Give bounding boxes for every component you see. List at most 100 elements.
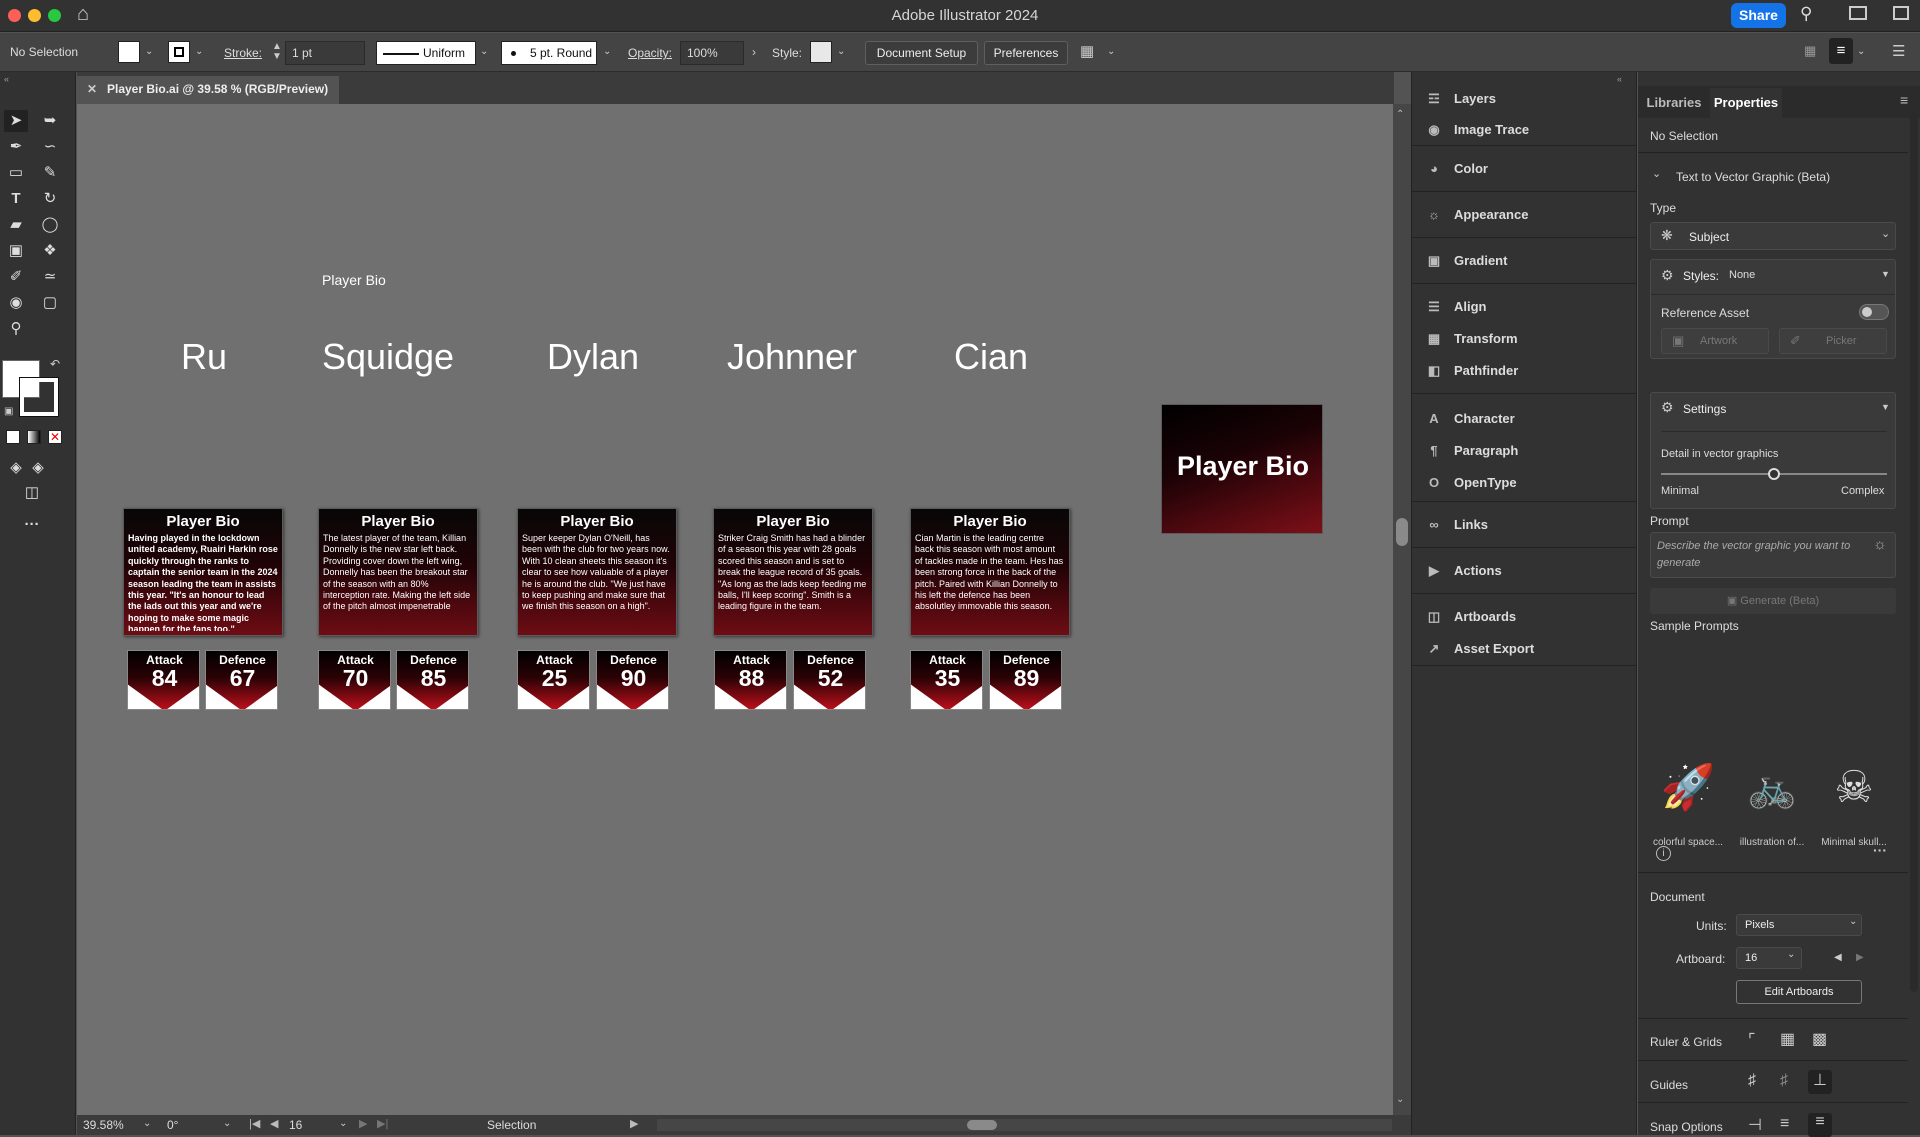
none-mode-icon[interactable]: ✕ (48, 430, 62, 444)
scroll-down-icon[interactable]: ⌄ (1396, 1094, 1404, 1105)
default-colors-icon[interactable]: ▣ (4, 406, 13, 417)
zoom-tool-icon[interactable]: ⚲ (4, 318, 28, 340)
artboard-dropdown[interactable]: 16 ⌄ (1736, 947, 1802, 969)
defence-stat[interactable]: Defence 52 (793, 650, 866, 710)
curvature-tool-icon[interactable]: ∽ (38, 136, 62, 158)
appearance-panel-button[interactable]: ☼ Appearance (1424, 202, 1528, 228)
artboard-number[interactable]: 16 (289, 1118, 302, 1132)
defence-stat[interactable]: Defence 85 (396, 650, 469, 710)
scroll-thumb[interactable] (1396, 518, 1408, 546)
attack-stat[interactable]: Attack 88 (714, 650, 787, 710)
horizontal-scrollbar[interactable] (657, 1119, 1392, 1131)
search-icon[interactable]: ⚲ (1800, 4, 1812, 24)
panel-menu-icon[interactable]: ≡ (1900, 92, 1908, 108)
defence-stat[interactable]: Defence 67 (205, 650, 278, 710)
lightbulb-icon[interactable]: ☼ (1873, 536, 1887, 553)
edit-artboards-button[interactable]: Edit Artboards (1736, 980, 1862, 1004)
next-artboard-icon[interactable]: ▶ (359, 1117, 367, 1130)
info-icon[interactable]: i (1656, 846, 1671, 861)
chevron-down-icon[interactable]: ⌄ (223, 1118, 231, 1129)
attack-stat[interactable]: Attack 84 (127, 650, 200, 710)
links-panel-button[interactable]: ∞ Links (1424, 512, 1488, 538)
artboards-panel-button[interactable]: ◫ Artboards (1424, 604, 1516, 630)
guides-icon[interactable]: ♯ (1748, 1072, 1756, 1090)
screen-mode-icon[interactable]: ◫ (20, 482, 44, 504)
brush-definition[interactable]: 5 pt. Round (501, 41, 597, 65)
swap-colors-icon[interactable]: ↶ (50, 357, 60, 371)
rectangle-tool-icon[interactable]: ▭ (4, 162, 28, 184)
grid-icon[interactable]: ▦ (1780, 1029, 1795, 1049)
paragraph-panel-button[interactable]: ¶ Paragraph (1424, 438, 1518, 464)
caret-down-icon[interactable]: ▼ (1881, 402, 1890, 412)
attack-stat[interactable]: Attack 35 (910, 650, 983, 710)
paintbrush-tool-icon[interactable]: ✎ (38, 162, 62, 184)
mesh-tool-icon[interactable]: ❖ (38, 240, 62, 262)
document-setup-button[interactable]: Document Setup (865, 41, 978, 65)
properties-toggle-icon[interactable]: ≡ (1829, 38, 1853, 64)
defence-stat[interactable]: Defence 89 (989, 650, 1062, 710)
stroke-color-swatch[interactable] (19, 377, 59, 417)
symbol-sprayer-tool-icon[interactable]: ◉ (4, 292, 28, 314)
tab-libraries[interactable]: Libraries (1638, 88, 1710, 118)
picker-button[interactable]: ✐ Picker (1779, 328, 1887, 354)
bicycle-icon[interactable]: 🚲 (1738, 754, 1806, 822)
selection-tool-icon[interactable]: ➤ (4, 110, 28, 132)
artwork-button[interactable]: ▣ Artwork (1661, 328, 1769, 354)
preferences-button[interactable]: Preferences (984, 41, 1068, 65)
chevron-down-icon[interactable]: ⌄ (1107, 46, 1115, 57)
asset-export-panel-button[interactable]: ↗ Asset Export (1424, 636, 1535, 662)
player-bio-card[interactable]: Player Bio The latest player of the team,… (318, 508, 478, 636)
player-bio-card[interactable]: Player Bio Having played in the lockdown … (123, 508, 283, 636)
caret-down-icon[interactable]: ▼ (1881, 269, 1890, 279)
chevron-down-icon[interactable]: ⌄ (837, 46, 845, 57)
gradient-panel-button[interactable]: ▣ Gradient (1424, 248, 1508, 274)
detail-slider-thumb[interactable] (1768, 468, 1780, 480)
scroll-up-icon[interactable]: ⌃ (1396, 109, 1404, 120)
skull-icon[interactable]: ☠ (1820, 754, 1888, 822)
stroke-stepper[interactable]: ▲ ▼ (272, 42, 282, 62)
graphic-style-swatch[interactable] (810, 41, 832, 63)
more-tools-icon[interactable]: ··· (20, 514, 44, 536)
image-trace-panel-button[interactable]: ◉ Image Trace (1424, 117, 1529, 143)
stroke-swatch[interactable] (168, 41, 190, 63)
chevron-down-icon[interactable]: ⌄ (145, 46, 153, 57)
workspace-icon[interactable] (1849, 6, 1867, 20)
opacity-label[interactable]: Opacity: (628, 46, 672, 60)
opacity-field[interactable]: 100% (680, 41, 744, 65)
previous-artboard-icon[interactable]: ◀ (1834, 952, 1842, 963)
units-dropdown[interactable]: Pixels ⌄ (1736, 914, 1862, 936)
attack-stat[interactable]: Attack 70 (318, 650, 391, 710)
document-tab[interactable]: ✕ Player Bio.ai @ 39.58 % (RGB/Preview) (77, 76, 339, 104)
rotate-tool-icon[interactable]: ↻ (38, 188, 62, 210)
chevron-down-icon[interactable]: ⌄ (1652, 167, 1661, 180)
draw-behind-icon[interactable]: ◈ (26, 457, 50, 479)
prompt-input[interactable]: Describe the vector graphic you want to … (1650, 532, 1896, 578)
smart-guides-icon[interactable]: ⊥ (1808, 1070, 1832, 1094)
title-card[interactable]: Player Bio (1161, 404, 1323, 534)
share-button[interactable]: Share (1731, 3, 1786, 28)
snap-to-glyph-icon[interactable]: ≡ (1808, 1113, 1832, 1137)
more-icon[interactable]: ··· (1873, 842, 1887, 858)
chevron-down-icon[interactable]: ⌄ (1857, 46, 1865, 57)
shape-builder-tool-icon[interactable]: ◯ (38, 214, 62, 236)
arrange-icon[interactable]: ▦ (1080, 42, 1094, 60)
color-mode-icon[interactable] (6, 430, 20, 444)
tab-properties[interactable]: Properties (1710, 88, 1782, 118)
rotation-value[interactable]: 0° (167, 1118, 178, 1132)
transparency-grid-icon[interactable]: ▩ (1812, 1029, 1827, 1049)
previous-artboard-icon[interactable]: ◀ (270, 1117, 278, 1130)
generate-button[interactable]: ▣ Generate (Beta) (1650, 588, 1896, 614)
eraser-tool-icon[interactable]: ▰ (4, 214, 28, 236)
draw-normal-icon[interactable]: ◈ (4, 457, 28, 479)
opentype-panel-button[interactable]: O OpenType (1424, 470, 1517, 496)
stroke-label[interactable]: Stroke: (224, 46, 262, 60)
chevron-right-icon[interactable]: › (752, 45, 756, 59)
first-artboard-icon[interactable]: |◀ (249, 1117, 260, 1130)
direct-selection-tool-icon[interactable]: ➥ (38, 110, 62, 132)
variable-width-profile[interactable]: Uniform (376, 41, 476, 65)
artboard-tool-icon[interactable]: ▢ (38, 292, 62, 314)
ttv-section-title[interactable]: Text to Vector Graphic (Beta) (1676, 170, 1830, 184)
chevron-down-icon[interactable]: ⌄ (603, 46, 611, 57)
panel-toggle-icon[interactable] (1893, 6, 1909, 20)
chevron-down-icon[interactable]: ⌄ (339, 1118, 347, 1129)
